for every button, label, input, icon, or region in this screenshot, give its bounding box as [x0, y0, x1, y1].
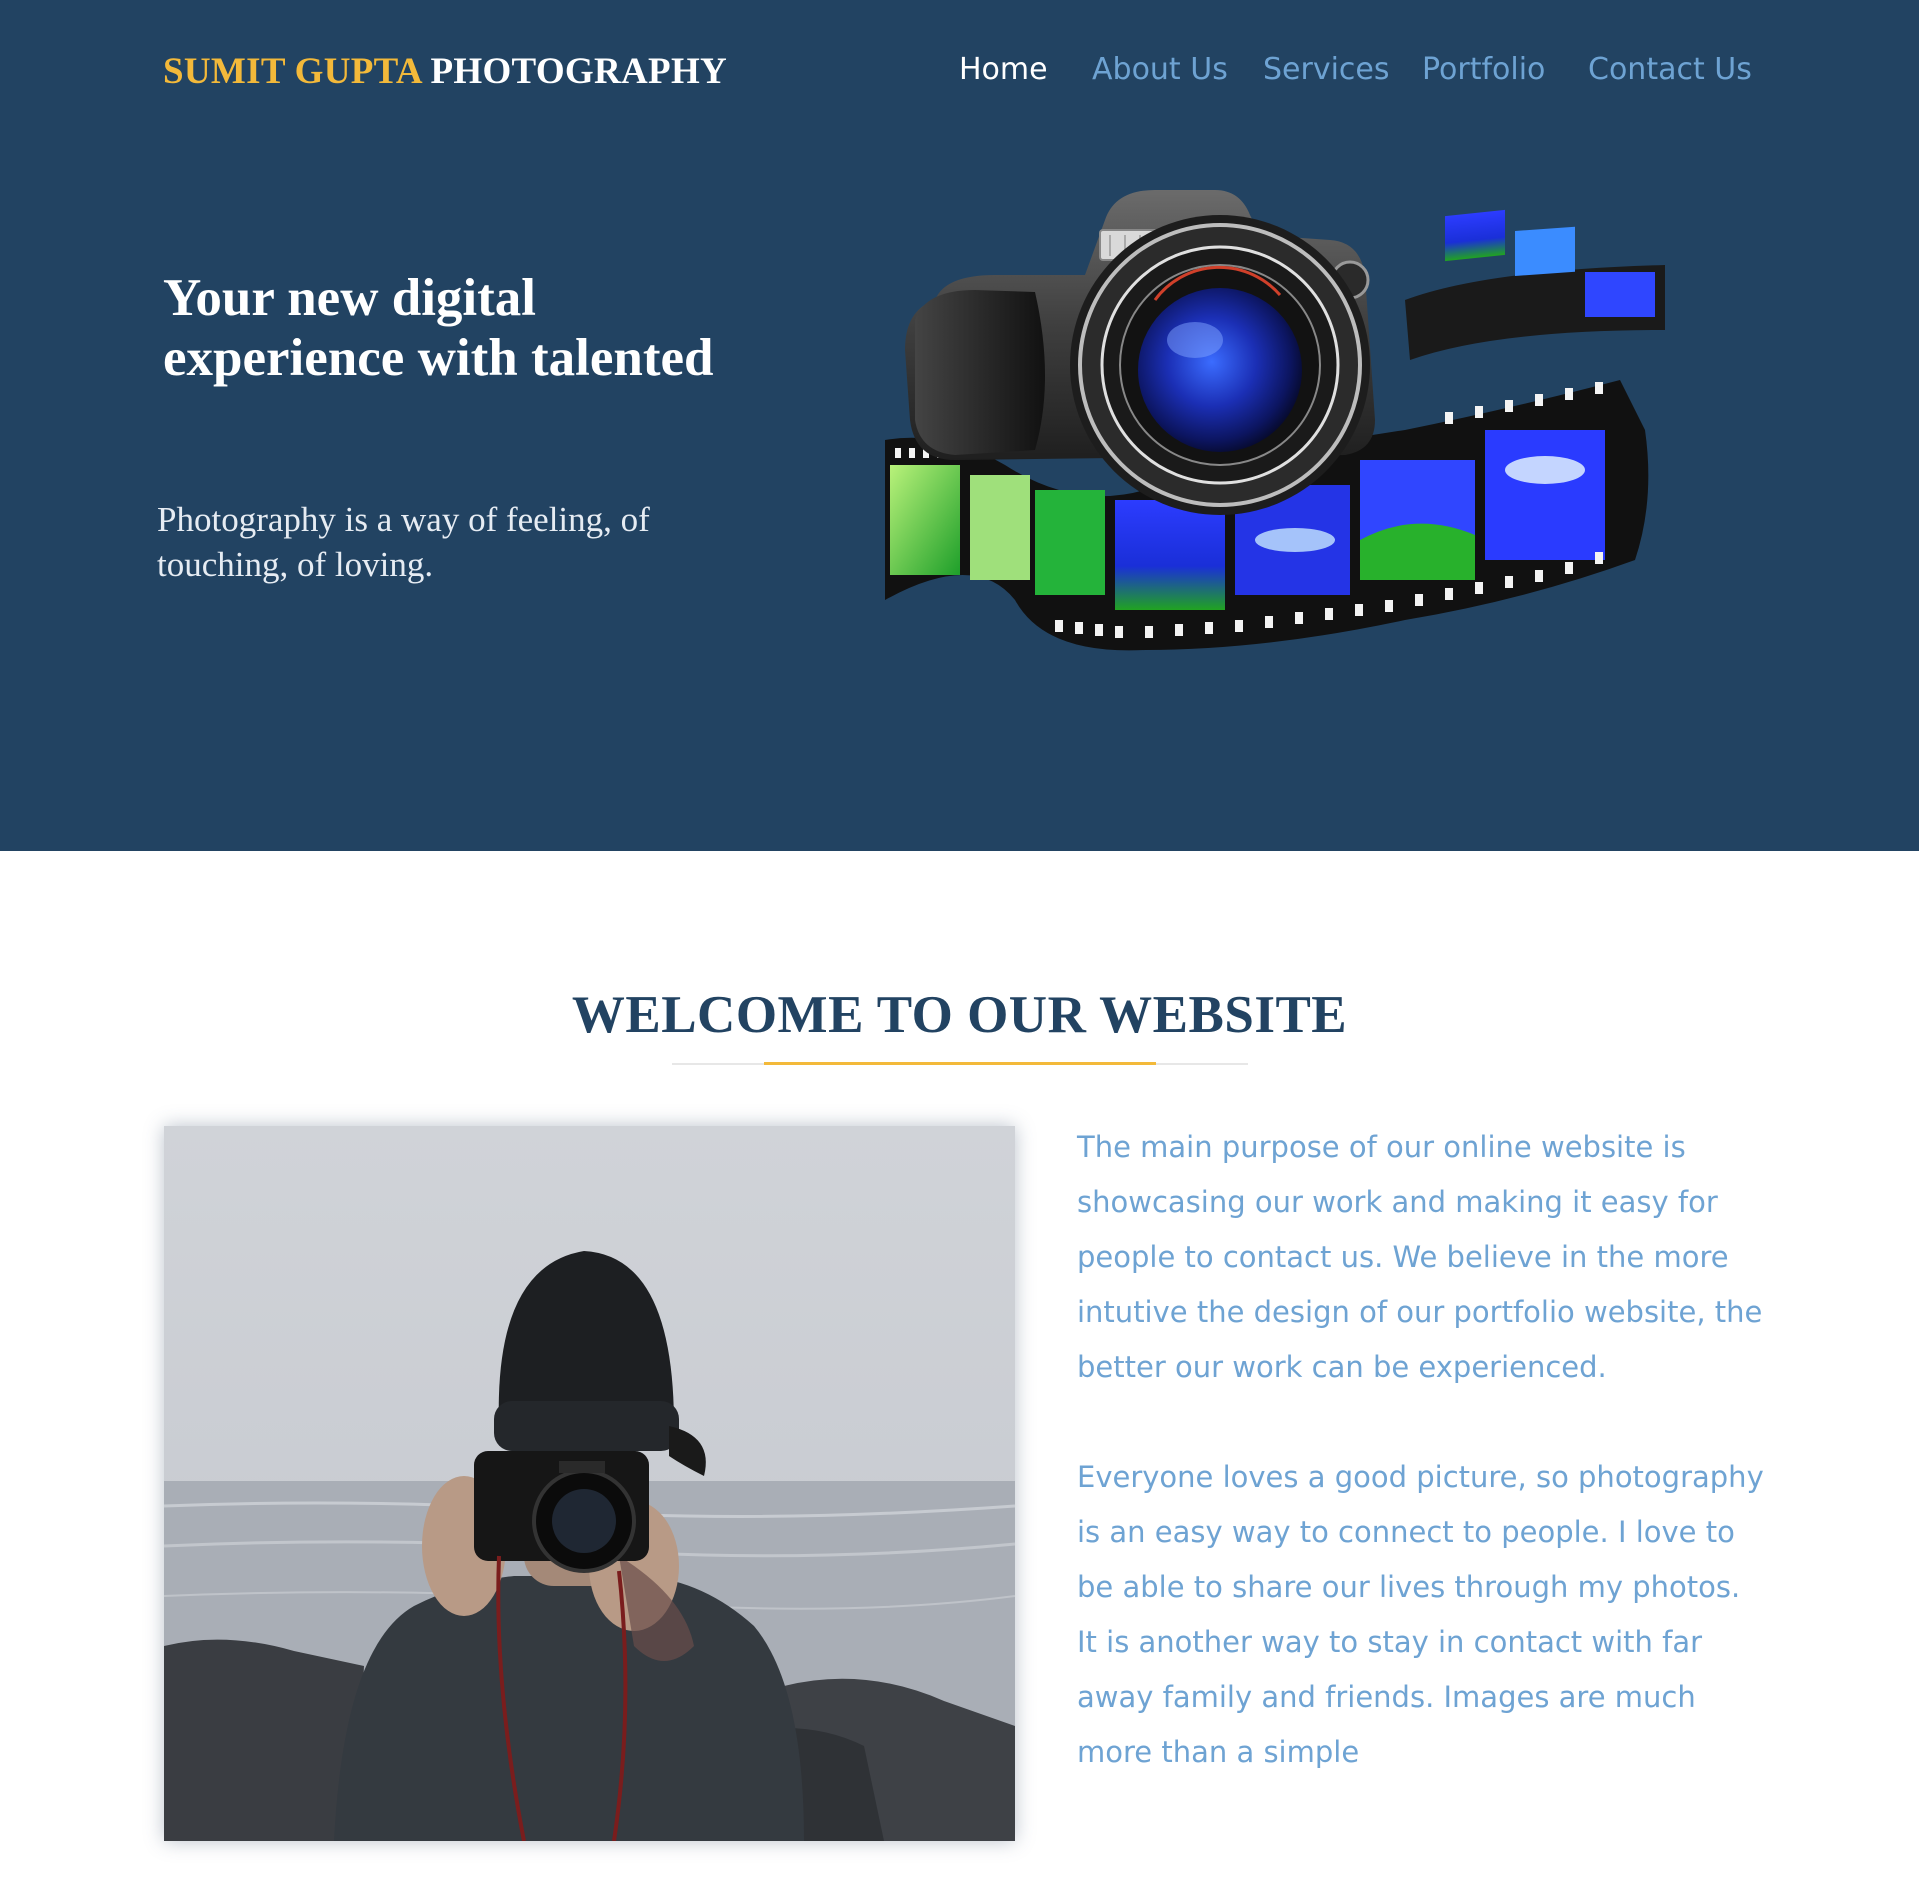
about-paragraph-2: Everyone loves a good picture, so photog… [1077, 1460, 1764, 1769]
photographer-photo [164, 1126, 1015, 1841]
hero-subtitle: Photography is a way of feeling, of touc… [157, 500, 650, 584]
nav-contact-us[interactable]: Contact Us [1588, 52, 1752, 87]
hero-title: Your new digital experience with talente… [163, 269, 714, 387]
main-navigation: Home About Us Services Portfolio Contact… [0, 52, 1919, 92]
camera-film-illustration [885, 190, 1665, 651]
nav-portfolio[interactable]: Portfolio [1422, 52, 1545, 87]
welcome-title: WELCOME TO OUR WEBSITE [571, 986, 1348, 1044]
film-strip-back [1405, 209, 1665, 360]
nav-services[interactable]: Services [1263, 52, 1390, 87]
title-divider-accent [764, 1062, 1156, 1065]
about-paragraph-1: The main purpose of our online website i… [1077, 1130, 1763, 1384]
hero-section: SUMIT GUPTA PHOTOGRAPHY Home About Us Se… [0, 0, 1919, 851]
about-text: The main purpose of our online website i… [1077, 1120, 1767, 1835]
nav-home[interactable]: Home [959, 52, 1048, 87]
nav-about-us[interactable]: About Us [1092, 52, 1228, 87]
